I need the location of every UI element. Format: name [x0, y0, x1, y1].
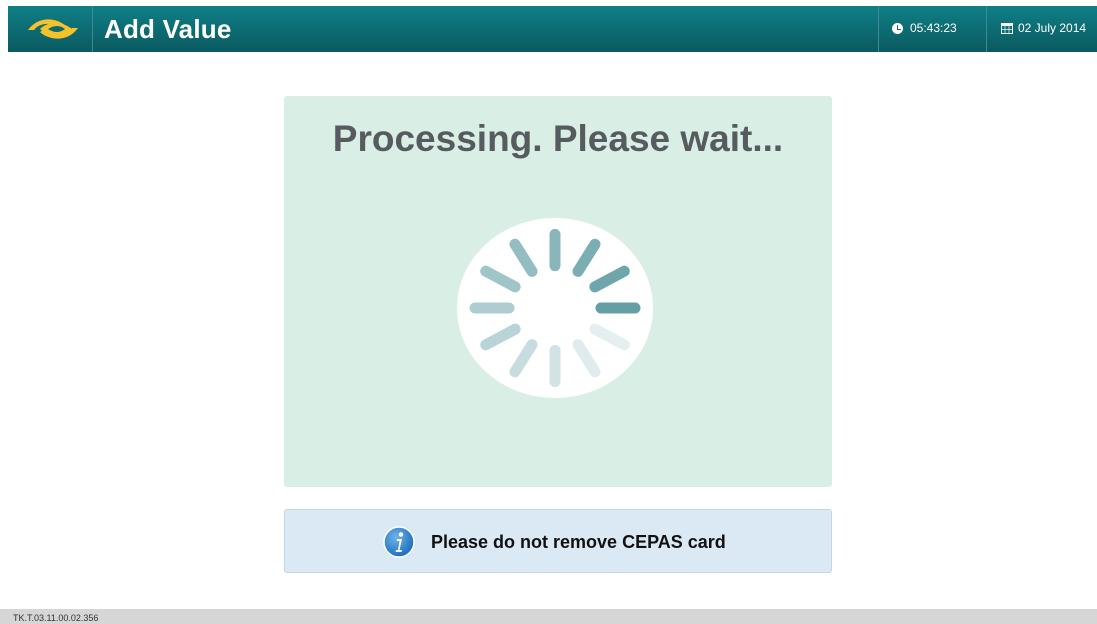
date-display: 02 July 2014	[1001, 21, 1086, 35]
header-divider	[92, 6, 93, 52]
footer-bar: TK.T.03.11.00.02.356	[0, 609, 1097, 624]
date-text: 02 July 2014	[1018, 21, 1087, 35]
clock-icon	[892, 22, 903, 34]
header-bar: Add Value 05:43:23 02 July 2014	[8, 6, 1097, 52]
version-text: TK.T.03.11.00.02.356	[13, 613, 99, 623]
processing-panel: Processing. Please wait...	[284, 96, 832, 487]
status-message: Processing. Please wait...	[332, 118, 784, 159]
loading-spinner-icon	[457, 218, 653, 398]
header-divider	[878, 6, 879, 52]
header-divider	[986, 6, 987, 52]
notice-text: Please do not remove CEPAS card	[431, 532, 726, 552]
transit-operator-logo-icon	[28, 19, 78, 39]
notice-banner: Please do not remove CEPAS card	[284, 509, 832, 573]
time-display: 05:43:23	[892, 21, 957, 35]
calendar-icon	[1001, 23, 1013, 34]
info-icon	[383, 526, 415, 558]
time-text: 05:43:23	[910, 21, 957, 35]
loading-spinner	[456, 217, 654, 399]
page-title: Add Value	[104, 14, 232, 44]
